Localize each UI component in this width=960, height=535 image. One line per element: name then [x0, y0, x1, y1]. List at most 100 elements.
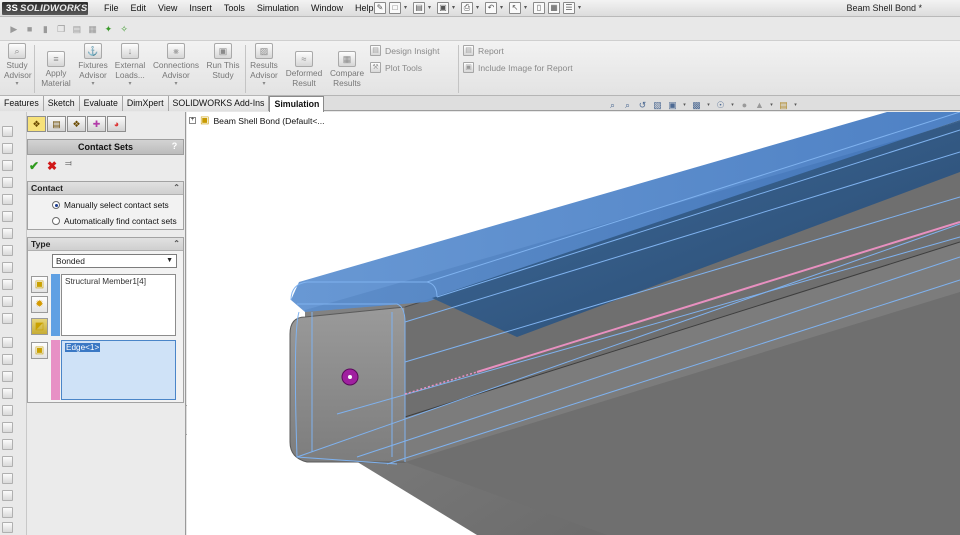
- chevron-down-icon[interactable]: ▾: [706, 100, 711, 111]
- new-document-icon[interactable]: □: [389, 2, 401, 14]
- undo-icon[interactable]: ↶: [485, 2, 497, 14]
- open-folder-icon[interactable]: ▤: [413, 2, 425, 14]
- tool-icon[interactable]: [2, 194, 13, 205]
- feature-tree-root[interactable]: + ▣ Beam Shell Bond (Default<...: [189, 115, 325, 126]
- tool-icon[interactable]: [2, 143, 13, 154]
- ok-check-icon[interactable]: ✔: [29, 159, 39, 173]
- fixtures-advisor-button[interactable]: ⚓ Fixtures Advisor ▾: [76, 43, 110, 90]
- options-icon[interactable]: ☰: [563, 2, 575, 14]
- chevron-down-icon[interactable]: ▾: [578, 2, 584, 14]
- chevron-down-icon[interactable]: ▾: [524, 2, 530, 14]
- beam-icon[interactable]: ◩: [31, 318, 48, 335]
- tool-icon[interactable]: [2, 371, 13, 382]
- feature-manager-tab-icon[interactable]: ❖: [27, 116, 46, 132]
- tool-icon[interactable]: [2, 456, 13, 467]
- compare-results-button[interactable]: ▦ Compare Results: [328, 51, 366, 88]
- chevron-down-icon[interactable]: ▾: [476, 2, 482, 14]
- sheet-icon[interactable]: ▦: [87, 23, 99, 35]
- tool-icon[interactable]: [2, 262, 13, 273]
- display-manager-tab-icon[interactable]: ◕: [107, 116, 126, 132]
- chevron-down-icon[interactable]: ▾: [404, 2, 410, 14]
- collapse-icon[interactable]: ⌃: [173, 182, 180, 194]
- vertex-icon[interactable]: ✹: [31, 296, 48, 313]
- tool-icon[interactable]: [2, 490, 13, 501]
- tool-icon[interactable]: [2, 405, 13, 416]
- set1-item[interactable]: Structural Member1[4]: [65, 277, 172, 286]
- tool-icon[interactable]: [2, 177, 13, 188]
- tool-icon[interactable]: [2, 388, 13, 399]
- menu-insert[interactable]: Insert: [183, 0, 218, 17]
- tab-solidworks-addins[interactable]: SOLIDWORKS Add-Ins: [168, 96, 270, 111]
- tool-icon[interactable]: [2, 422, 13, 433]
- auto-contact-option[interactable]: Automatically find contact sets: [52, 216, 177, 226]
- tab-dimxpert[interactable]: DimXpert: [122, 96, 169, 111]
- play-icon[interactable]: ▶: [8, 23, 20, 35]
- scene-icon[interactable]: ▲: [754, 100, 765, 111]
- dimxpert-manager-tab-icon[interactable]: ✚: [87, 116, 106, 132]
- graphics-area[interactable]: + ▣ Beam Shell Bond (Default<...: [187, 112, 960, 535]
- chevron-down-icon[interactable]: ▾: [793, 100, 798, 111]
- display-style-icon[interactable]: ▩: [691, 100, 702, 111]
- set2-item[interactable]: Edge<1>: [65, 343, 101, 352]
- beam-shell-model[interactable]: [187, 112, 960, 535]
- pushpin-icon[interactable]: ⫤: [65, 158, 81, 171]
- contact-group-header[interactable]: Contact ⌃: [28, 182, 183, 195]
- view-orientation-icon[interactable]: ▣: [667, 100, 678, 111]
- pin-icon[interactable]: ✎: [374, 2, 386, 14]
- manual-contact-option[interactable]: Manually select contact sets: [52, 200, 169, 210]
- plot-tools-button[interactable]: ⚒ Plot Tools ▾: [370, 62, 469, 73]
- tab-features[interactable]: Features: [0, 96, 44, 111]
- study-advisor-button[interactable]: ⌕ Study Advisor ▾: [4, 43, 32, 90]
- radio-unselected[interactable]: [52, 217, 60, 225]
- chevron-down-icon[interactable]: ▾: [500, 2, 506, 14]
- results-advisor-button[interactable]: ▨ Results Advisor ▾: [248, 43, 280, 90]
- set2-selection-list[interactable]: Edge<1>: [61, 340, 176, 400]
- zoom-to-fit-icon[interactable]: ⌕: [607, 100, 618, 111]
- macro-run-icon[interactable]: ✦: [103, 23, 115, 35]
- type-group-header[interactable]: Type ⌃: [28, 238, 183, 251]
- cancel-x-icon[interactable]: ✖: [47, 159, 57, 173]
- stop-icon[interactable]: ■: [24, 23, 36, 35]
- collapse-icon[interactable]: ⌃: [173, 238, 180, 250]
- chevron-down-icon[interactable]: ▾: [452, 2, 458, 14]
- chevron-down-icon[interactable]: ▾: [682, 100, 687, 111]
- expand-icon[interactable]: +: [189, 117, 196, 124]
- help-icon[interactable]: ?: [169, 141, 180, 152]
- print-icon[interactable]: ⎙: [461, 2, 473, 14]
- tool-icon[interactable]: [2, 337, 13, 348]
- macro-edit-icon[interactable]: ✧: [118, 23, 130, 35]
- file-properties-icon[interactable]: ▦: [548, 2, 560, 14]
- property-manager-tab-icon[interactable]: ▤: [47, 116, 66, 132]
- record-icon[interactable]: ▮: [40, 23, 52, 35]
- tool-icon[interactable]: [2, 439, 13, 450]
- radio-selected[interactable]: [52, 201, 60, 209]
- menu-view[interactable]: View: [152, 0, 183, 17]
- app-logo[interactable]: 3S SOLIDWORKS: [2, 2, 88, 15]
- tool-icon[interactable]: [2, 354, 13, 365]
- menu-tools[interactable]: Tools: [218, 0, 251, 17]
- tool-icon[interactable]: [2, 473, 13, 484]
- configuration-manager-tab-icon[interactable]: ❖: [67, 116, 86, 132]
- save-icon[interactable]: ▣: [437, 2, 449, 14]
- contact-type-select[interactable]: Bonded ▼: [52, 254, 177, 268]
- menu-window[interactable]: Window: [305, 0, 349, 17]
- tab-evaluate[interactable]: Evaluate: [79, 96, 123, 111]
- tool-icon[interactable]: [2, 228, 13, 239]
- copy-icon[interactable]: ❐: [55, 23, 67, 35]
- zoom-to-area-icon[interactable]: ⌕: [622, 100, 633, 111]
- tool-icon[interactable]: [2, 296, 13, 307]
- select-arrow-icon[interactable]: ↖: [509, 2, 521, 14]
- menu-simulation[interactable]: Simulation: [251, 0, 305, 17]
- external-loads-button[interactable]: ↓ External Loads... ▾: [112, 43, 148, 90]
- tab-simulation[interactable]: Simulation: [269, 96, 325, 112]
- tool-icon[interactable]: [2, 522, 13, 533]
- chevron-down-icon[interactable]: ▾: [730, 100, 735, 111]
- tool-icon[interactable]: [2, 245, 13, 256]
- display-settings-icon[interactable]: ▤: [778, 100, 789, 111]
- tool-icon[interactable]: [2, 211, 13, 222]
- hide-show-items-icon[interactable]: ☉: [715, 100, 726, 111]
- tool-icon[interactable]: [2, 279, 13, 290]
- menu-edit[interactable]: Edit: [125, 0, 153, 17]
- run-study-button[interactable]: ▣ Run This Study: [205, 43, 241, 80]
- document-icon[interactable]: ▤: [71, 23, 83, 35]
